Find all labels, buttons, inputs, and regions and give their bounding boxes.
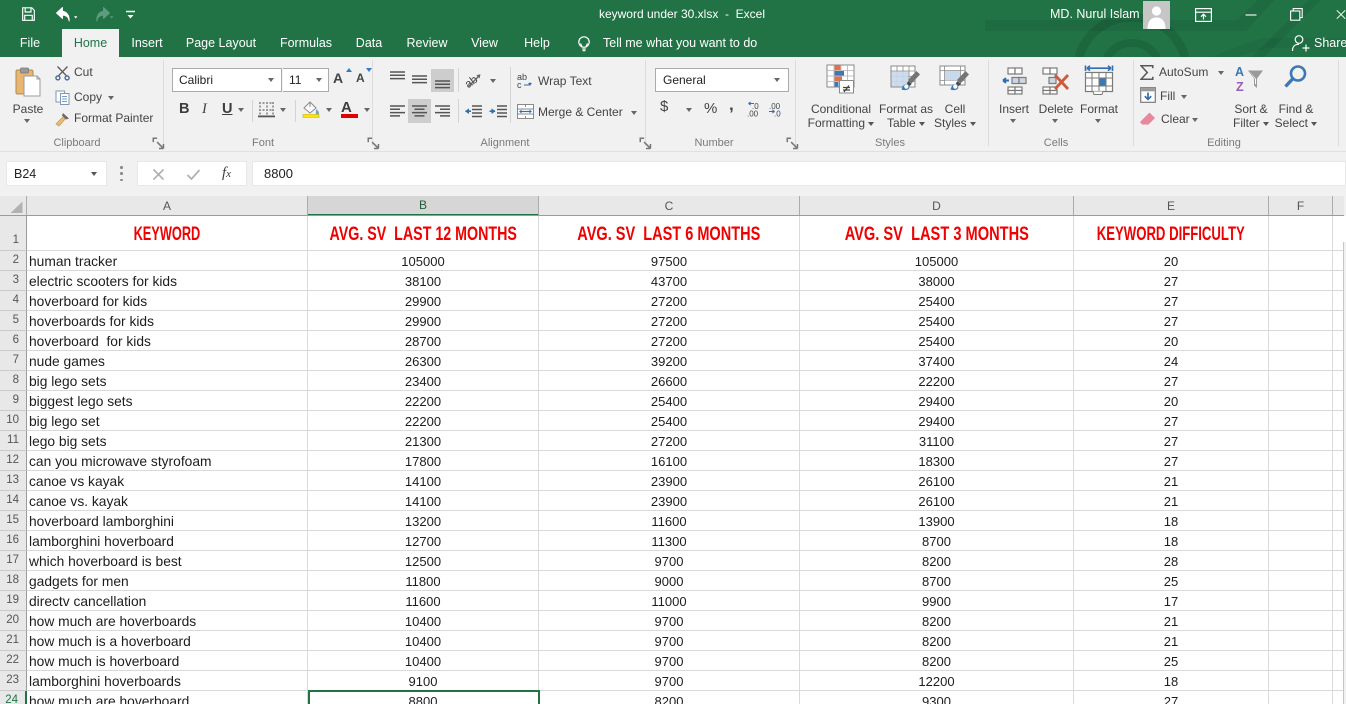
svg-text:A: A [1235, 65, 1244, 79]
svg-text:Z: Z [1236, 80, 1244, 94]
svg-text:c: c [517, 80, 522, 89]
svg-text:.00: .00 [747, 110, 759, 118]
svg-text:.0: .0 [774, 110, 781, 118]
